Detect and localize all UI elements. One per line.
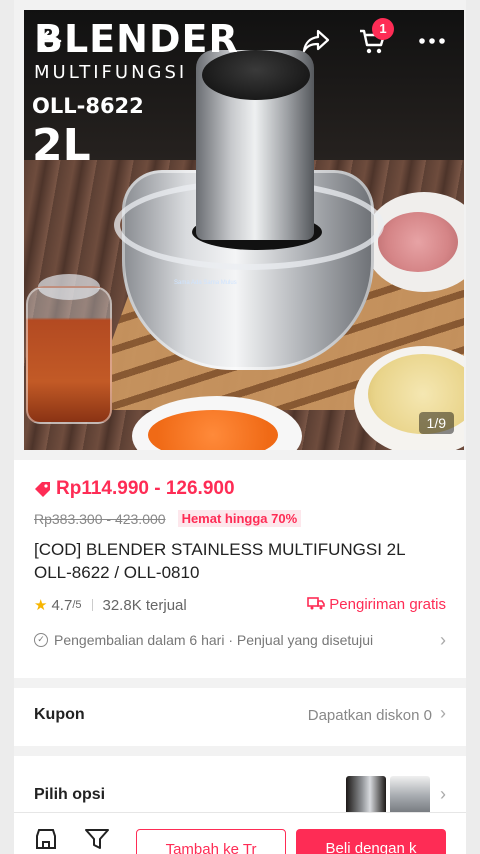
bowl-text: Sama Ada Sama Mulus xyxy=(174,280,237,286)
product-page: BLENDER MULTIFUNGSI OLL-8622 2L Sama Ada… xyxy=(14,0,466,854)
sold-count: 32.8K terjual xyxy=(102,596,187,614)
more-icon[interactable] xyxy=(418,28,446,58)
cart-badge: 1 xyxy=(372,18,394,40)
option-thumbnail-2[interactable] xyxy=(390,776,430,816)
brand-model: OLL-8622 xyxy=(32,94,144,118)
rating-scale: /5 xyxy=(72,599,82,611)
coupon-row[interactable]: Kupon Dapatkan diskon 0 › xyxy=(14,688,466,746)
bottom-action-bar: Tambah ke Tr Beli dengan k xyxy=(14,812,466,854)
brand-title: BLENDER xyxy=(34,17,239,61)
rating-value: 4.7 xyxy=(51,596,73,614)
returns-text: Pengembalian dalam 6 hari · Penjual yang… xyxy=(54,632,374,648)
options-row[interactable]: Pilih opsi › xyxy=(14,756,466,816)
chili-jar xyxy=(26,286,112,424)
coupon-label: Kupon xyxy=(34,706,85,723)
product-info-card: Rp114.990 - 126.900 Rp383.300 - 423.000 … xyxy=(14,460,466,678)
original-price: Rp383.300 - 423.000 xyxy=(34,510,166,527)
truck-icon xyxy=(307,596,326,613)
product-title: [COD] BLENDER STAINLESS MULTIFUNGSI 2L O… xyxy=(34,540,405,582)
minced-meat xyxy=(378,212,458,272)
discount-badge: Hemat hingga 70% xyxy=(177,510,302,527)
chat-icon[interactable] xyxy=(84,827,110,854)
store-icon[interactable] xyxy=(34,827,58,854)
free-shipping[interactable]: Pengiriman gratis xyxy=(307,596,446,613)
brand-subtitle: MULTIFUNGSI xyxy=(34,62,188,83)
chevron-right-icon: › xyxy=(440,703,446,723)
check-circle-icon: ✓ xyxy=(34,633,48,647)
share-icon[interactable] xyxy=(302,28,330,58)
divider xyxy=(91,599,93,611)
returns-info[interactable]: ✓ Pengembalian dalam 6 hari · Penjual ya… xyxy=(34,632,373,648)
options-label: Pilih opsi xyxy=(34,786,106,803)
buy-now-button[interactable]: Beli dengan k xyxy=(296,829,446,854)
product-image[interactable]: BLENDER MULTIFUNGSI OLL-8622 2L Sama Ada… xyxy=(24,10,464,450)
shipping-label: Pengiriman gratis xyxy=(329,596,446,613)
coupon-action[interactable]: Dapatkan diskon 0 xyxy=(308,707,432,724)
brand-capacity: 2L xyxy=(32,120,91,171)
star-icon: ★ xyxy=(34,597,48,614)
chevron-right-icon[interactable]: › xyxy=(440,630,446,651)
price-tag-icon xyxy=(34,481,52,497)
back-arrow-icon[interactable] xyxy=(36,28,62,58)
price-range: Rp114.990 - 126.900 xyxy=(56,478,235,499)
price: Rp114.990 - 126.900 xyxy=(34,478,235,500)
option-thumbnail-1[interactable] xyxy=(346,776,386,816)
chevron-right-icon: › xyxy=(440,784,446,804)
add-to-cart-button[interactable]: Tambah ke Tr xyxy=(136,829,286,854)
image-counter: 1/9 xyxy=(418,412,454,434)
product-stats[interactable]: ★ 4.7 /5 32.8K terjual xyxy=(34,596,187,615)
